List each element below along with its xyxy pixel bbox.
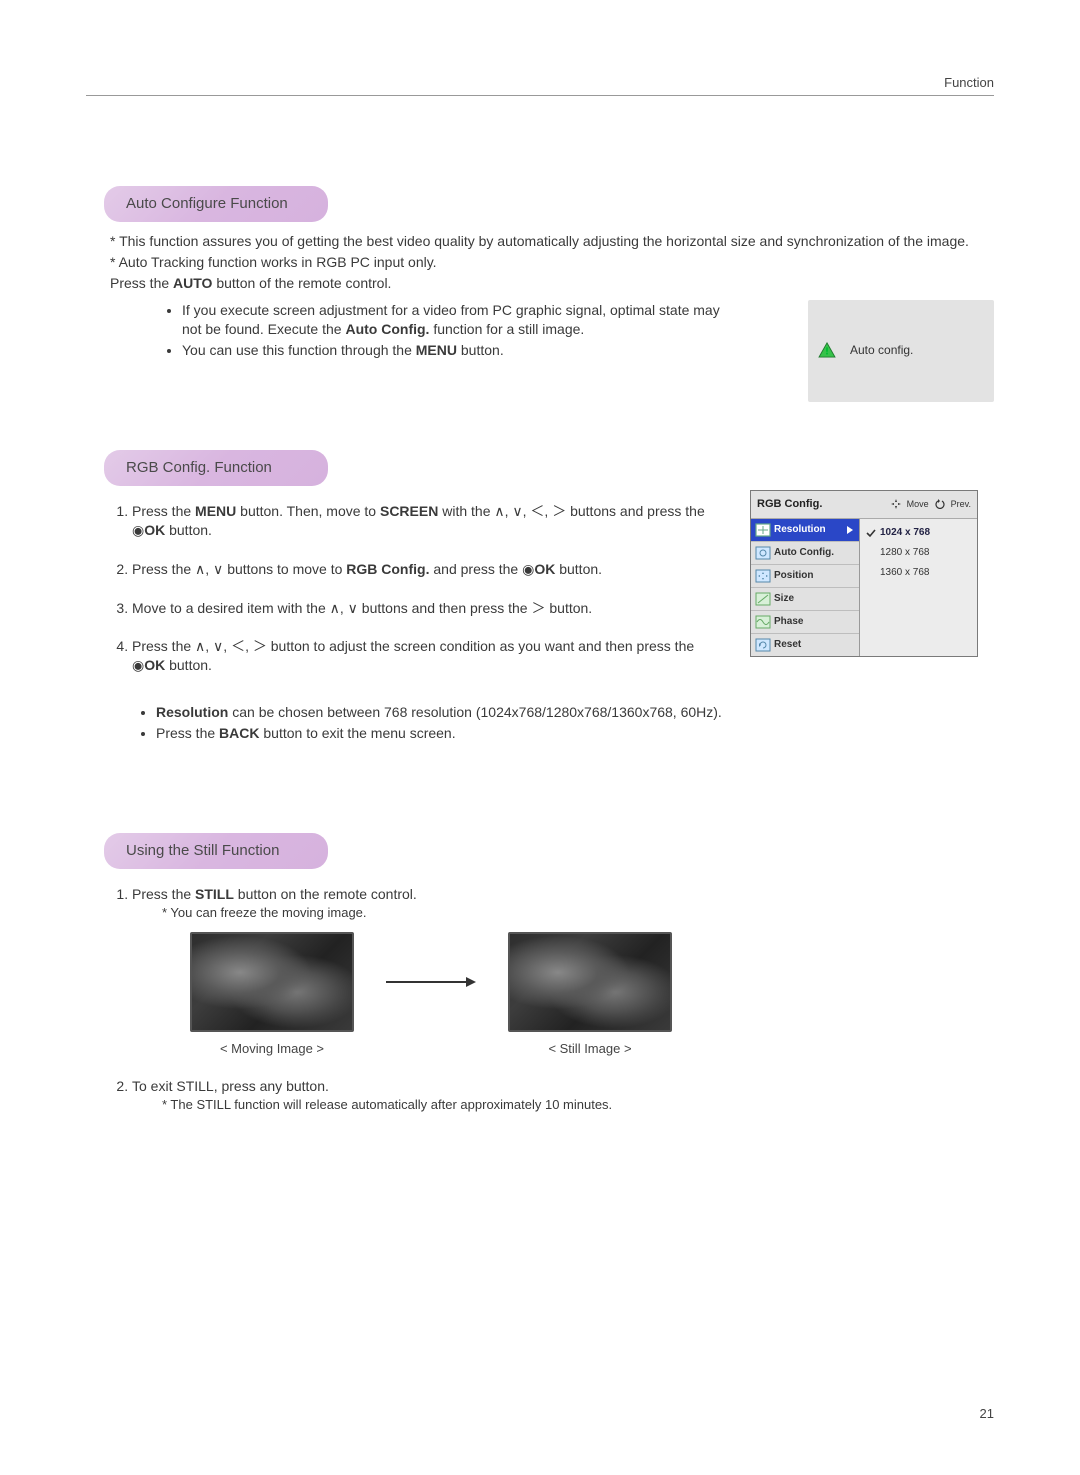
- step-item: To exit STILL, press any button. * The S…: [132, 1077, 976, 1113]
- moving-image-thumbnail: [190, 932, 354, 1032]
- resolution-icon: [755, 523, 771, 537]
- auto-config-icon: [755, 546, 771, 560]
- bullet-item: Press the BACK button to exit the menu s…: [156, 724, 976, 743]
- osd-item-list: Resolution Auto Config.: [751, 519, 860, 656]
- back-arrow-icon: [935, 499, 945, 509]
- note-text: * Auto Tracking function works in RGB PC…: [110, 253, 976, 272]
- osd-item-auto-config[interactable]: Auto Config.: [751, 542, 859, 565]
- step-item: Move to a desired item with the ∧, ∨ but…: [132, 599, 710, 618]
- caption-still-image: < Still Image >: [508, 1040, 672, 1058]
- auto-config-toast: Auto config.: [808, 300, 994, 402]
- reset-icon: [755, 638, 771, 652]
- size-icon: [755, 592, 771, 606]
- section-rgb-config: RGB Config. Function Press the MENU butt…: [104, 450, 976, 743]
- still-image-thumbnail: [508, 932, 672, 1032]
- step-note: * You can freeze the moving image.: [162, 904, 976, 922]
- bullet-item: You can use this function through the ME…: [182, 341, 722, 360]
- position-icon: [755, 569, 771, 583]
- still-image-row: [190, 932, 976, 1032]
- osd-item-phase[interactable]: Phase: [751, 611, 859, 634]
- osd-hint-prev: Prev.: [951, 498, 971, 510]
- section-still-function: Using the Still Function Press the STILL…: [104, 833, 976, 1114]
- step-item: Press the STILL button on the remote con…: [132, 885, 976, 1057]
- osd-value[interactable]: 1280 x 768: [866, 543, 971, 563]
- section-heading: RGB Config. Function: [104, 450, 328, 486]
- osd-value[interactable]: 1024 x 768: [866, 523, 971, 543]
- osd-value-list: 1024 x 768 1280 x 768 1360 x 768: [860, 519, 977, 656]
- caption-moving-image: < Moving Image >: [190, 1040, 354, 1058]
- phase-icon: [755, 615, 771, 629]
- toast-label: Auto config.: [850, 342, 913, 358]
- arrow-right-icon: [386, 975, 476, 989]
- instruction-text: Press the AUTO button of the remote cont…: [110, 274, 976, 293]
- osd-item-size[interactable]: Size: [751, 588, 859, 611]
- step-note: * The STILL function will release automa…: [162, 1096, 976, 1114]
- step-item: Press the ∧, ∨, ＜, ＞ button to adjust th…: [132, 637, 710, 675]
- osd-hint-move: Move: [907, 498, 929, 510]
- osd-item-position[interactable]: Position: [751, 565, 859, 588]
- osd-menu: RGB Config. Move Prev.: [750, 490, 978, 657]
- nav-arrows-icon: [891, 499, 901, 509]
- bullet-item: Resolution can be chosen between 768 res…: [156, 703, 976, 722]
- check-icon: [866, 528, 876, 538]
- chevron-right-icon: [845, 525, 855, 535]
- osd-item-resolution[interactable]: Resolution: [751, 519, 859, 542]
- page-number: 21: [980, 1405, 994, 1423]
- osd-title: RGB Config.: [757, 497, 822, 512]
- step-item: Press the ∧, ∨ buttons to move to RGB Co…: [132, 560, 710, 579]
- osd-header: RGB Config. Move Prev.: [751, 491, 977, 519]
- section-heading: Auto Configure Function: [104, 186, 328, 222]
- header-rule: [86, 95, 994, 96]
- manual-page: Function 21 Auto config. Auto Configure …: [0, 0, 1080, 1475]
- section-heading: Using the Still Function: [104, 833, 328, 869]
- warning-triangle-icon: [818, 342, 836, 358]
- step-item: Press the MENU button. Then, move to SCR…: [132, 502, 710, 540]
- osd-value[interactable]: 1360 x 768: [866, 563, 971, 583]
- bullet-item: If you execute screen adjustment for a v…: [182, 301, 722, 339]
- osd-item-reset[interactable]: Reset: [751, 634, 859, 656]
- note-text: * This function assures you of getting t…: [110, 232, 976, 251]
- running-head: Function: [944, 74, 994, 92]
